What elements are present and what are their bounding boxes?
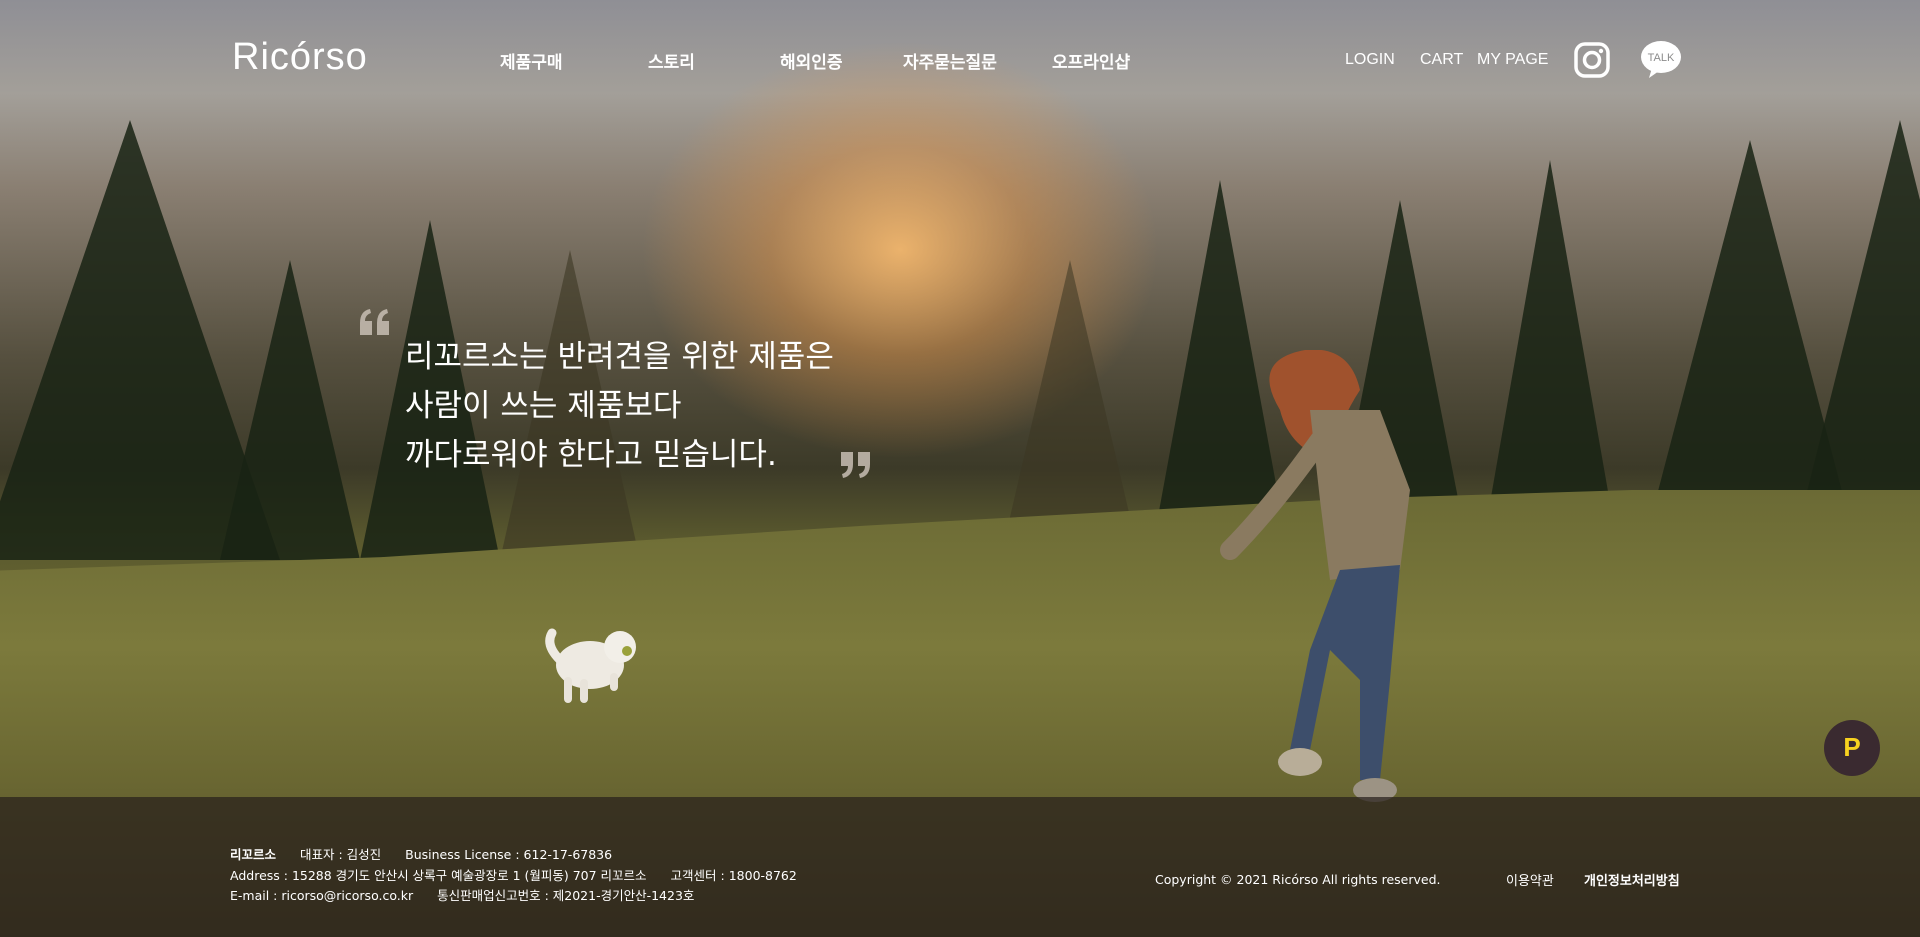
point-icon: P: [1843, 732, 1861, 762]
footer-copyright: Copyright © 2021 Ricórso All rights rese…: [1155, 872, 1441, 887]
nav-item-certification[interactable]: 해외인증: [780, 48, 843, 73]
footer-customer-center: 고객센터 : 1800-8762: [670, 868, 797, 883]
quote-line-3: 까다로워야 한다고 믿습니다.: [405, 437, 777, 473]
footer-email-row: E-mail : ricorso@ricorso.co.kr 통신판매업신고번호…: [230, 885, 714, 904]
footer-ceo: 대표자 : 김성진: [300, 847, 382, 862]
brand-logo[interactable]: Ricórso: [232, 36, 368, 79]
mypage-link[interactable]: MY PAGE: [1477, 51, 1548, 69]
nav-item-offline-shop[interactable]: 오프라인샵: [1052, 48, 1130, 73]
cart-link[interactable]: CART: [1420, 51, 1463, 69]
terms-link[interactable]: 이용약관: [1506, 870, 1554, 889]
quote-line-2: 사람이 쓰는 제품보다: [405, 388, 682, 424]
footer-mail-order: 통신판매업신고번호 : 제2021-경기안산-1423호: [437, 888, 695, 903]
kakao-talk-icon[interactable]: TALK: [1640, 40, 1682, 80]
privacy-policy-link[interactable]: 개인정보처리방침: [1584, 870, 1680, 889]
instagram-icon[interactable]: [1574, 42, 1610, 78]
footer-address-row: Address : 15288 경기도 안산시 상록구 예술광장로 1 (월피동…: [230, 865, 817, 884]
footer-company: 리꼬르소: [230, 847, 277, 862]
nav-item-story[interactable]: 스토리: [648, 48, 695, 73]
login-link[interactable]: LOGIN: [1345, 51, 1395, 69]
quote-close-icon: [841, 452, 870, 478]
talk-icon-text: TALK: [1648, 52, 1675, 64]
point-button[interactable]: P: [1824, 720, 1880, 776]
footer-license: Business License : 612-17-67836: [405, 847, 613, 862]
white-dog: [545, 628, 636, 703]
hero-quote: 리꼬르소는 반려견을 위한 제품은 사람이 쓰는 제품보다 까다로워야 한다고 …: [405, 333, 834, 480]
nav-item-products[interactable]: 제품구매: [500, 48, 563, 73]
footer-email: E-mail : ricorso@ricorso.co.kr: [230, 888, 414, 903]
quote-line-1: 리꼬르소는 반려견을 위한 제품은: [405, 339, 834, 375]
footer-address: Address : 15288 경기도 안산시 상록구 예술광장로 1 (월피동…: [230, 868, 647, 883]
site-header: Ricórso 제품구매 스토리 해외인증 자주묻는질문 오프라인샵 LOGIN…: [0, 0, 1920, 120]
quote-open-icon: [360, 309, 389, 335]
woman-playing: [1220, 350, 1410, 802]
nav-item-faq[interactable]: 자주묻는질문: [903, 48, 997, 73]
footer-company-row: 리꼬르소 대표자 : 김성진 Business License : 612-17…: [230, 844, 632, 863]
